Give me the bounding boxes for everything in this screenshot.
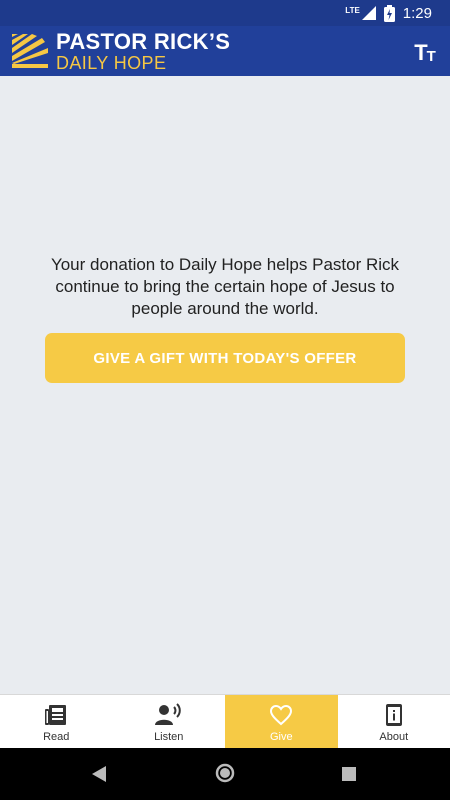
app-bar: PASTOR RICK’S DAILY HOPE T T bbox=[0, 26, 450, 76]
nav-label-listen: Listen bbox=[154, 730, 184, 743]
status-bar: LTE 1:29 bbox=[0, 0, 450, 26]
clock: 1:29 bbox=[402, 4, 432, 22]
nav-item-about[interactable]: About bbox=[338, 695, 450, 749]
system-nav-bar bbox=[0, 748, 450, 800]
phone-info-icon bbox=[385, 702, 403, 728]
give-content: Your donation to Daily Hope helps Pastor… bbox=[0, 76, 450, 694]
home-circle-icon bbox=[215, 763, 235, 783]
battery-icon bbox=[383, 4, 395, 22]
back-triangle-icon bbox=[92, 766, 106, 782]
nav-label-read: Read bbox=[43, 730, 70, 743]
newspaper-icon bbox=[44, 702, 68, 728]
nav-label-about: About bbox=[379, 730, 409, 743]
sunburst-logo-icon bbox=[12, 34, 48, 68]
nav-item-read[interactable]: Read bbox=[0, 695, 113, 749]
nav-label-give: Give bbox=[269, 730, 293, 743]
donation-message: Your donation to Daily Hope helps Pastor… bbox=[50, 255, 400, 318]
text-size-icon-small: T bbox=[426, 48, 436, 65]
home-button[interactable] bbox=[215, 763, 235, 788]
bottom-nav: Read Listen Give About bbox=[0, 694, 450, 749]
app-logo: PASTOR RICK’S DAILY HOPE bbox=[12, 28, 231, 73]
logo-title: PASTOR RICK’S bbox=[56, 28, 231, 54]
signal-icon bbox=[361, 6, 376, 20]
recents-square-icon bbox=[342, 767, 356, 781]
network-type-label: LTE bbox=[345, 5, 360, 15]
logo-subtitle: DAILY HOPE bbox=[56, 52, 167, 73]
give-gift-button[interactable]: GIVE A GIFT WITH TODAY'S OFFER bbox=[45, 333, 405, 383]
network-indicator: LTE bbox=[345, 6, 376, 20]
nav-item-give[interactable]: Give bbox=[225, 695, 338, 749]
recents-button[interactable] bbox=[342, 767, 356, 786]
text-size-icon-large: T bbox=[414, 40, 428, 65]
heart-icon bbox=[269, 702, 293, 728]
speaker-person-icon bbox=[154, 702, 183, 728]
text-size-button[interactable]: T T bbox=[412, 38, 438, 65]
back-button[interactable] bbox=[92, 766, 106, 787]
nav-item-listen[interactable]: Listen bbox=[113, 695, 226, 749]
